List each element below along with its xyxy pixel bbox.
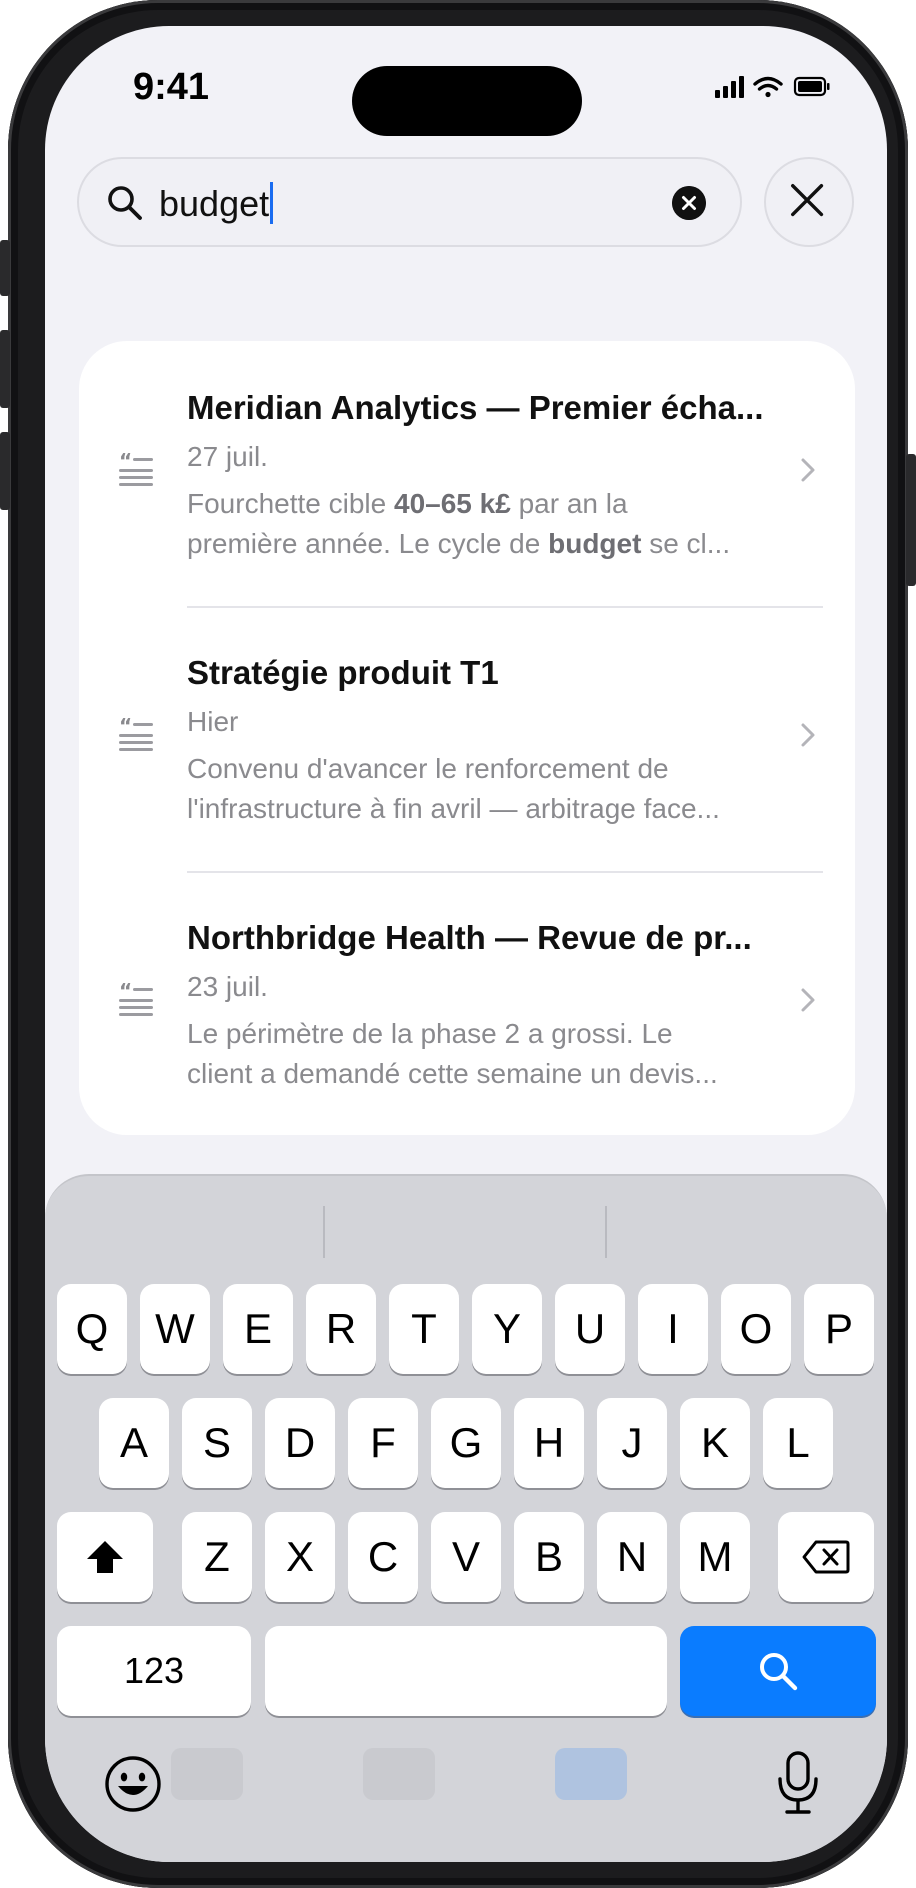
- key[interactable]: V: [431, 1512, 501, 1602]
- key[interactable]: B: [514, 1512, 584, 1602]
- key[interactable]: W: [140, 1284, 210, 1374]
- result-title: Northbridge Health — Revue de pr...: [187, 919, 752, 956]
- result-date: 27 juil.: [187, 441, 268, 472]
- search-input[interactable]: budget: [159, 182, 274, 225]
- shift-key[interactable]: [57, 1512, 153, 1602]
- tab-bar-ghost-icon: [171, 1748, 243, 1800]
- highlight: budget: [548, 528, 642, 559]
- key[interactable]: K: [680, 1398, 750, 1488]
- key[interactable]: G: [431, 1398, 501, 1488]
- volume-down-button: [0, 432, 10, 510]
- status-icons: [715, 76, 830, 98]
- result-row[interactable]: “ Stratégie produit T1 Hier Convenu d'av…: [79, 606, 855, 871]
- key[interactable]: R: [306, 1284, 376, 1374]
- power-button: [906, 454, 916, 586]
- key[interactable]: X: [265, 1512, 335, 1602]
- key[interactable]: M: [680, 1512, 750, 1602]
- prediction-divider: [323, 1206, 325, 1258]
- key[interactable]: D: [265, 1398, 335, 1488]
- phone-frame: 9:41 budget “ Meridian Analytics — Premi…: [0, 0, 916, 1888]
- key[interactable]: A: [99, 1398, 169, 1488]
- text-caret: [270, 182, 274, 224]
- key[interactable]: T: [389, 1284, 459, 1374]
- cellular-signal-icon: [715, 76, 744, 98]
- key[interactable]: O: [721, 1284, 791, 1374]
- result-row[interactable]: “ Northbridge Health — Revue de pr... 23…: [79, 871, 855, 1136]
- quote-icon: “: [119, 453, 153, 486]
- dynamic-island: [352, 66, 582, 136]
- volume-up-button: [0, 330, 10, 408]
- result-title: Stratégie produit T1: [187, 654, 499, 691]
- result-snippet: Fourchette cible 40–65 k£ par an la prem…: [187, 488, 731, 559]
- highlight: 40–65 k£: [394, 488, 511, 519]
- key[interactable]: U: [555, 1284, 625, 1374]
- space-key[interactable]: [265, 1626, 667, 1716]
- key[interactable]: S: [182, 1398, 252, 1488]
- result-snippet: Le périmètre de la phase 2 a grossi. Le …: [187, 1018, 718, 1089]
- screen: 9:41 budget “ Meridian Analytics — Premi…: [45, 26, 887, 1862]
- key[interactable]: Z: [182, 1512, 252, 1602]
- prediction-divider: [605, 1206, 607, 1258]
- result-date: Hier: [187, 706, 239, 737]
- search-icon: [108, 186, 142, 220]
- wifi-icon: [753, 76, 783, 98]
- search-icon: [760, 1653, 798, 1691]
- chevron-right-icon: [801, 458, 815, 482]
- backspace-icon: [802, 1540, 850, 1574]
- search-results-list: “ Meridian Analytics — Premier écha... 2…: [79, 341, 855, 1135]
- numbers-key[interactable]: 123: [57, 1626, 251, 1716]
- result-date: 23 juil.: [187, 971, 268, 1002]
- search-key[interactable]: [680, 1626, 876, 1716]
- action-button: [0, 240, 10, 296]
- key[interactable]: I: [638, 1284, 708, 1374]
- search-field[interactable]: budget: [77, 157, 742, 247]
- quote-icon: “: [119, 983, 153, 1016]
- shift-icon: [87, 1541, 123, 1573]
- search-query: budget: [159, 183, 270, 224]
- key[interactable]: F: [348, 1398, 418, 1488]
- result-row[interactable]: “ Meridian Analytics — Premier écha... 2…: [79, 341, 855, 606]
- tab-bar-ghost-icon: [555, 1748, 627, 1800]
- key[interactable]: C: [348, 1512, 418, 1602]
- close-search-button[interactable]: [764, 157, 854, 247]
- result-snippet: Convenu d'avancer le renforcement de l'i…: [187, 753, 720, 824]
- key[interactable]: H: [514, 1398, 584, 1488]
- emoji-icon[interactable]: [103, 1754, 163, 1814]
- keyboard: Q W E R T Y U I O P A S D F G H J K L Z …: [45, 1174, 887, 1862]
- key[interactable]: P: [804, 1284, 874, 1374]
- chevron-right-icon: [801, 723, 815, 747]
- quote-icon: “: [119, 718, 153, 751]
- key[interactable]: N: [597, 1512, 667, 1602]
- backspace-key[interactable]: [778, 1512, 874, 1602]
- tab-bar-ghost-icon: [363, 1748, 435, 1800]
- microphone-icon[interactable]: [775, 1750, 821, 1816]
- chevron-right-icon: [801, 988, 815, 1012]
- key[interactable]: Q: [57, 1284, 127, 1374]
- clear-icon[interactable]: [672, 186, 706, 220]
- status-time: 9:41: [133, 66, 210, 108]
- close-icon: [791, 184, 824, 217]
- battery-icon: [793, 76, 830, 97]
- key[interactable]: Y: [472, 1284, 542, 1374]
- result-title: Meridian Analytics — Premier écha...: [187, 389, 764, 426]
- key[interactable]: E: [223, 1284, 293, 1374]
- key[interactable]: L: [763, 1398, 833, 1488]
- key[interactable]: J: [597, 1398, 667, 1488]
